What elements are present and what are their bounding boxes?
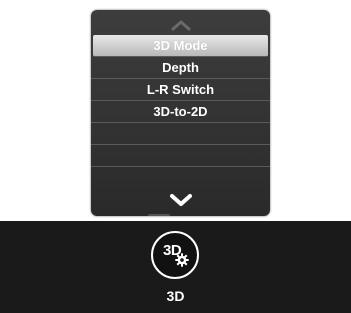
gear-icon [175,253,189,267]
menu-item-lr-switch[interactable]: L-R Switch [91,79,270,101]
scroll-down-button[interactable] [91,188,270,212]
menu-list: 3D Mode Depth L-R Switch 3D-to-2D [91,35,270,167]
chevron-up-icon [171,20,190,31]
bottom-bar: 3D 3D [0,221,351,313]
menu-item-empty [91,145,270,167]
menu-pointer-tab [148,214,170,216]
menu-item-3d-mode[interactable]: 3D Mode [93,35,268,57]
3d-mode-button[interactable]: 3D [151,231,199,279]
menu-item-3d-to-2d[interactable]: 3D-to-2D [91,101,270,123]
mode-menu: 3D Mode Depth L-R Switch 3D-to-2D [91,10,270,216]
chevron-down-icon [169,194,192,206]
scroll-up-button[interactable] [91,14,270,36]
menu-item-empty [91,123,270,145]
menu-item-depth[interactable]: Depth [91,57,270,79]
mode-label: 3D [166,288,185,304]
screen: 3D Mode Depth L-R Switch 3D-to-2D 3D 3D [0,0,351,313]
